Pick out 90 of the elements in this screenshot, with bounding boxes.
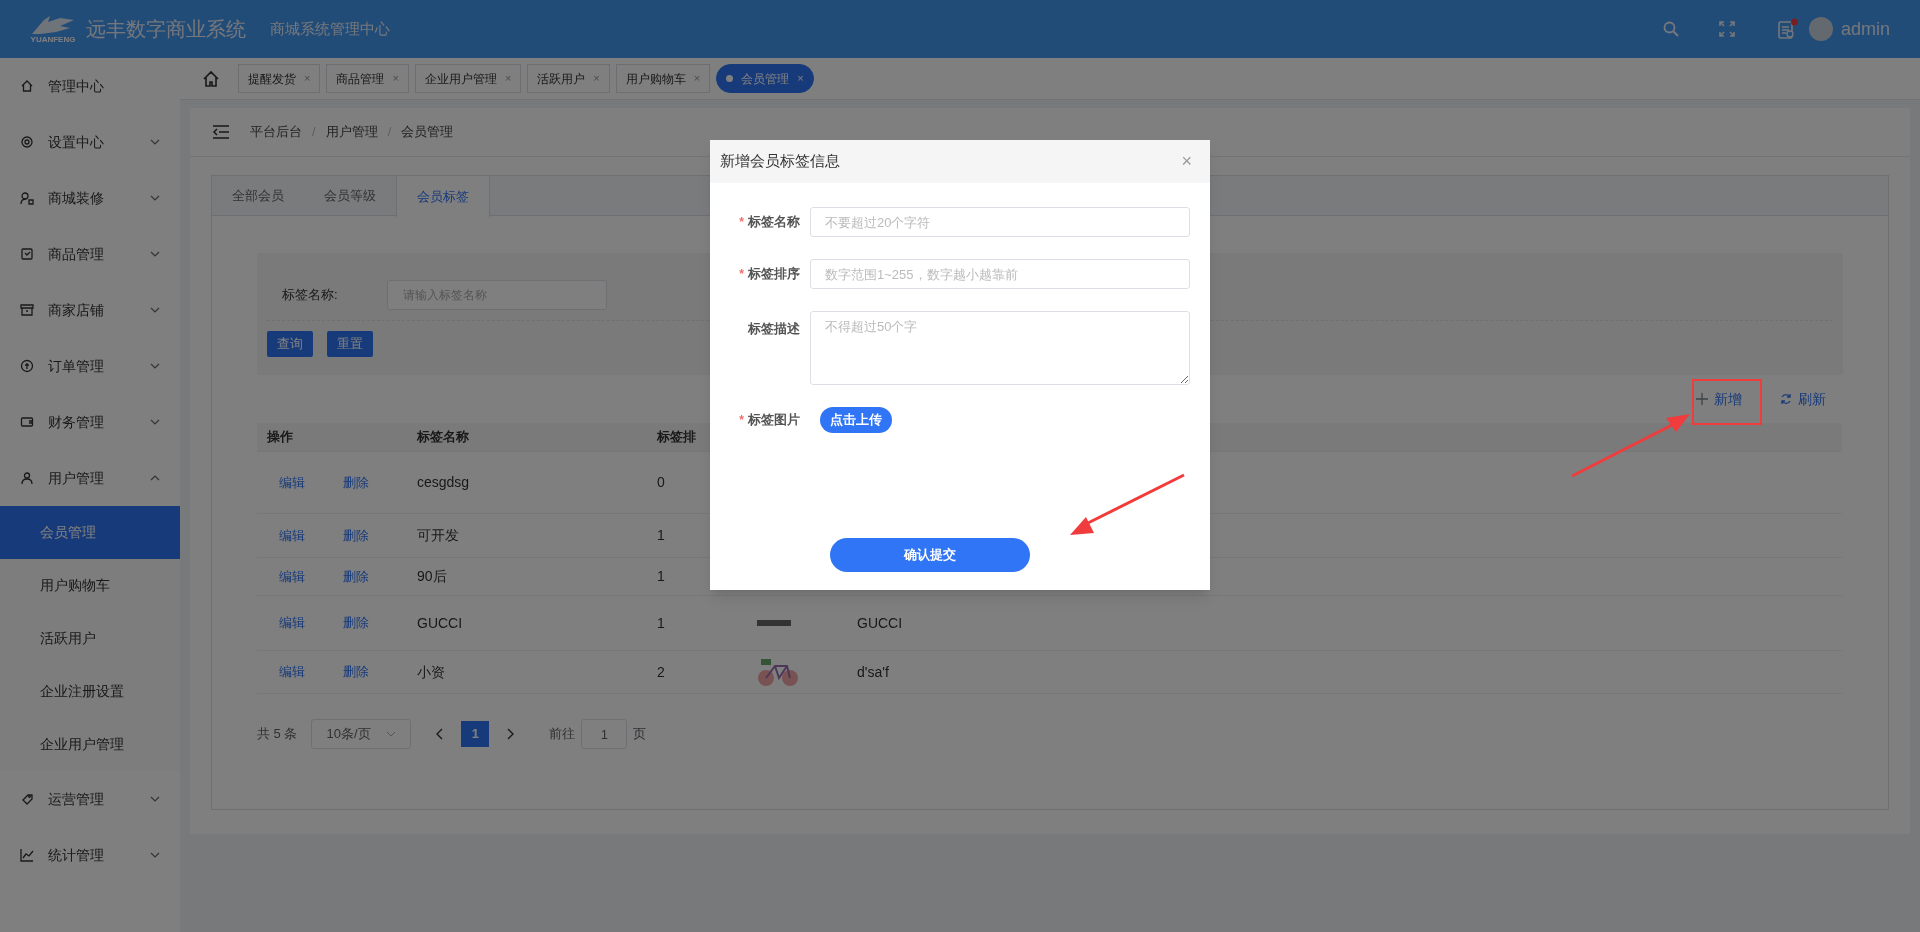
tab-close-icon[interactable]: × [304, 70, 311, 87]
page-tab[interactable]: 会员管理 × [716, 64, 814, 93]
app-title: 远丰数字商业系统 [86, 17, 246, 42]
breadcrumb-item[interactable]: 用户管理 [325, 122, 378, 142]
sidebar-item[interactable]: 用户管理 [0, 450, 180, 506]
sidebar-item[interactable]: 财务管理 [0, 394, 180, 450]
page-tab[interactable]: 活跃用户 × [527, 64, 610, 93]
tab-close-icon[interactable]: × [693, 70, 701, 87]
delete-link[interactable]: 删除 [343, 566, 369, 587]
required-mark: * [739, 266, 744, 283]
page-tab[interactable]: 商品管理 × [326, 64, 409, 93]
tab-close-icon[interactable]: × [593, 70, 600, 87]
edit-link[interactable]: 编辑 [279, 566, 305, 587]
table-cell-text: 小资 [417, 662, 446, 682]
tab-label: 用户购物车 [625, 70, 686, 88]
app-subtitle: 商城系统管理中心 [270, 18, 390, 39]
page-tab[interactable]: 企业用户管理 × [414, 64, 522, 93]
table-cell-text: 1 [657, 613, 666, 633]
page-tab[interactable]: 用户购物车 × [615, 64, 711, 93]
upload-button[interactable]: 点击上传 [820, 407, 892, 433]
sidebar-item[interactable]: 商品管理 [0, 226, 180, 282]
goto-label: 前往 [549, 725, 576, 744]
table-cell-text: 可开发 [417, 526, 460, 545]
table-cell-text: 1 [657, 567, 666, 586]
table-cell-text: 0 [657, 473, 666, 492]
sidebar-item[interactable]: 商城装修 [0, 170, 180, 226]
breadcrumb-separator: / [312, 123, 316, 142]
table-cell-text: d'sa'f [857, 662, 889, 682]
sidebar-item[interactable]: 运营管理 [0, 771, 180, 827]
filter-label: 标签名称: [282, 286, 339, 305]
total-count: 共 5 条 [257, 725, 298, 744]
required-mark: * [739, 214, 744, 231]
user-name[interactable]: admin [1840, 15, 1890, 43]
table-cell-text: GUCCI [417, 613, 464, 633]
submenu-item[interactable]: 会员管理 [0, 506, 180, 559]
table-cell-text: cesgdsg [417, 473, 471, 492]
table-cell-text: 2 [657, 662, 666, 682]
text-input[interactable]: 数字范围1~255，数字越小越靠前 [810, 259, 1190, 289]
sidebar-item[interactable]: 设置中心 [0, 114, 180, 170]
member-tab[interactable]: 会员标签 [396, 176, 490, 217]
table-cell-text: GUCCI [857, 613, 903, 633]
edit-link[interactable]: 编辑 [279, 613, 305, 633]
page-number[interactable]: 1 [461, 721, 490, 747]
tab-close-icon[interactable]: × [392, 70, 399, 87]
member-tab[interactable]: 全部会员 [212, 176, 304, 216]
breadcrumb-item[interactable]: 平台后台 [250, 122, 302, 142]
page-tab[interactable]: 提醒发货 × [238, 64, 321, 93]
text-input[interactable]: 不要超过20个字符 [810, 207, 1190, 237]
tab-label: 企业用户管理 [424, 70, 497, 88]
table-cell-text: 1 [657, 526, 666, 545]
logo-caption: YUANFENG [30, 36, 76, 44]
delete-link[interactable]: 删除 [343, 525, 369, 546]
page-size-select[interactable]: 10条/页 [311, 719, 412, 749]
column-header: 操作 [266, 428, 294, 447]
refresh-button[interactable]: 刷新 [1780, 388, 1826, 410]
dialog-title: 新增会员标签信息 [720, 151, 841, 172]
field-label: 标签图片 [748, 411, 800, 430]
sidebar-item[interactable]: 订单管理 [0, 338, 180, 394]
tab-close-icon[interactable]: × [797, 70, 804, 87]
column-header: 标签排 [657, 428, 697, 447]
table-cell-text: 90后 [417, 567, 448, 586]
goto-suffix: 页 [633, 725, 647, 744]
edit-link[interactable]: 编辑 [279, 662, 305, 682]
edit-link[interactable]: 编辑 [279, 472, 305, 493]
filter-button[interactable]: 重置 [327, 331, 373, 357]
delete-link[interactable]: 删除 [343, 472, 369, 493]
field-label: 标签名称 [748, 213, 800, 232]
delete-link[interactable]: 删除 [343, 662, 369, 682]
column-header: 标签名称 [417, 428, 470, 447]
breadcrumb-item[interactable]: 会员管理 [401, 122, 454, 142]
submit-button[interactable]: 确认提交 [830, 538, 1030, 572]
field-label: 标签排序 [748, 265, 800, 284]
tab-label: 会员管理 [741, 70, 790, 88]
edit-link[interactable]: 编辑 [279, 525, 305, 546]
page-jump-input[interactable]: 1 [581, 719, 628, 749]
close-button[interactable]: × [1173, 148, 1200, 175]
sidebar-item[interactable]: 商家店铺 [0, 282, 180, 338]
tab-label: 活跃用户 [537, 70, 586, 88]
tab-close-icon[interactable]: × [504, 70, 512, 87]
tab-label: 商品管理 [336, 70, 385, 88]
sidebar-item[interactable]: 管理中心 [0, 58, 180, 114]
description-textarea[interactable]: 不得超过50个字 [810, 311, 1190, 385]
tab-label: 提醒发货 [248, 70, 296, 88]
breadcrumb-separator: / [387, 123, 392, 142]
required-mark: * [739, 412, 744, 429]
field-label: 标签描述 [748, 320, 800, 338]
delete-link[interactable]: 删除 [343, 613, 369, 633]
member-tab[interactable]: 会员等级 [304, 176, 396, 216]
sidebar-item[interactable]: 统计管理 [0, 827, 180, 883]
filter-button[interactable]: 查询 [267, 331, 313, 357]
